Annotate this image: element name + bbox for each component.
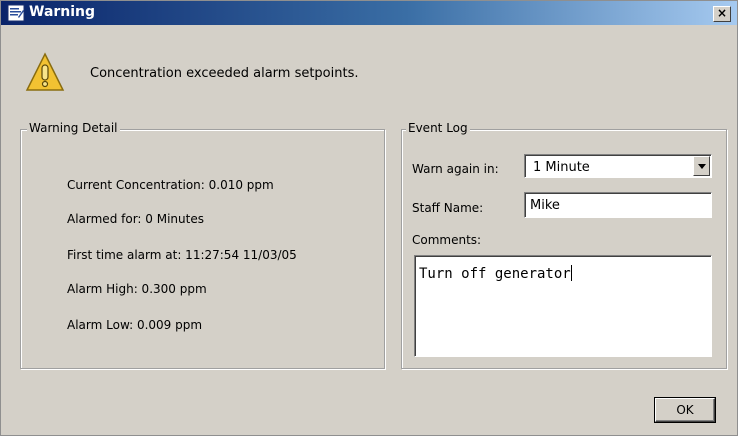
warning-detail-legend: Warning Detail [27, 121, 120, 135]
current-concentration-text: Current Concentration: 0.010 ppm [67, 178, 274, 192]
alert-message: Concentration exceeded alarm setpoints. [90, 66, 359, 81]
chevron-down-icon [698, 164, 706, 169]
dropdown-button[interactable] [693, 156, 710, 176]
warning-icon [25, 52, 65, 91]
warn-again-label: Warn again in: [412, 162, 499, 176]
app-icon [7, 4, 25, 22]
window-title: Warning [29, 4, 96, 20]
title-bar[interactable]: Warning × [1, 1, 737, 25]
first-alarm-time-text: First time alarm at: 11:27:54 11/03/05 [67, 248, 297, 262]
alarmed-for-text: Alarmed for: 0 Minutes [67, 212, 204, 226]
staff-name-input[interactable]: Mike [524, 192, 712, 218]
ok-button[interactable]: OK [655, 398, 715, 422]
staff-name-value: Mike [530, 198, 560, 213]
warn-again-select[interactable]: 1 Minute [524, 154, 712, 178]
comments-text: Turn off generator [419, 265, 572, 282]
alarm-high-text: Alarm High: 0.300 ppm [67, 282, 207, 296]
staff-name-label: Staff Name: [412, 201, 484, 215]
event-log-legend: Event Log [406, 121, 470, 135]
text-caret [570, 265, 572, 281]
warning-detail-group: Warning Detail Current Concentration: 0.… [20, 121, 385, 369]
comments-textarea[interactable]: Turn off generator [414, 255, 712, 357]
warning-dialog: Warning × Concentration exceeded alarm s… [0, 0, 738, 436]
warn-again-value: 1 Minute [533, 160, 590, 175]
comments-label: Comments: [412, 233, 482, 247]
event-log-group: Event Log Warn again in: 1 Minute Staff … [401, 121, 727, 369]
close-button[interactable]: × [713, 6, 731, 22]
alarm-low-text: Alarm Low: 0.009 ppm [67, 318, 203, 332]
